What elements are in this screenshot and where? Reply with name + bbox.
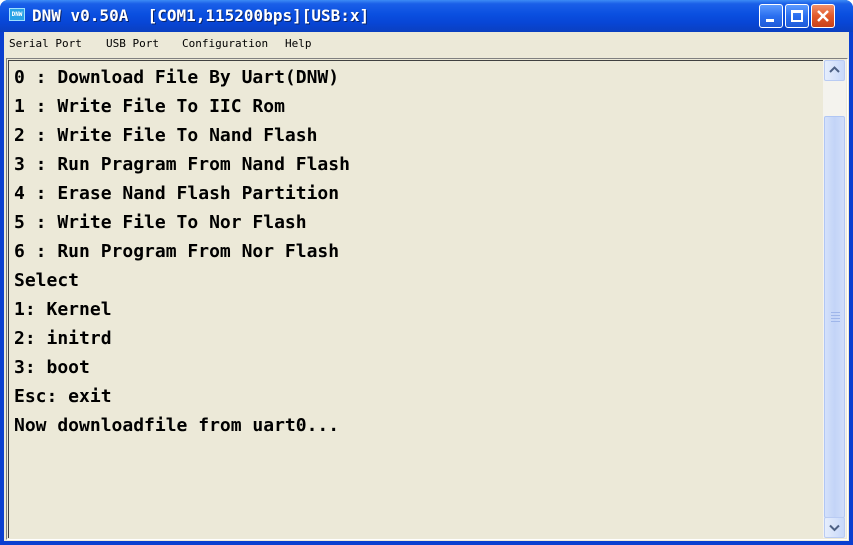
grip-line <box>831 315 840 316</box>
chevron-up-icon <box>829 66 840 73</box>
terminal-output[interactable]: 0 : Download File By Uart(DNW) 1 : Write… <box>8 60 823 538</box>
terminal-line: 2: initrd <box>14 328 112 349</box>
scroll-up-button[interactable] <box>824 60 845 81</box>
close-icon <box>817 10 829 22</box>
scroll-down-button[interactable] <box>824 517 845 538</box>
scroll-thumb[interactable] <box>824 116 845 518</box>
terminal-line: 4 : Erase Nand Flash Partition <box>14 183 340 204</box>
terminal-line: 6 : Run Program From Nor Flash <box>14 241 340 262</box>
terminal-lines: 0 : Download File By Uart(DNW) 1 : Write… <box>14 63 350 440</box>
grip-line <box>831 321 840 322</box>
title-bar[interactable]: DNW DNW v0.50A [COM1,115200bps][USB:x] <box>0 0 853 32</box>
app-window: DNW DNW v0.50A [COM1,115200bps][USB:x] S… <box>0 0 853 545</box>
maximize-icon <box>791 10 803 22</box>
minimize-button[interactable] <box>759 4 783 28</box>
close-button[interactable] <box>811 4 835 28</box>
terminal-line: Select <box>14 270 80 291</box>
terminal-line: 3 : Run Pragram From Nand Flash <box>14 154 350 175</box>
grip-line <box>831 312 840 313</box>
client-area: Serial Port USB Port Configuration Help … <box>4 32 849 541</box>
terminal-line: Esc: exit <box>14 386 112 407</box>
maximize-button[interactable] <box>785 4 809 28</box>
vertical-scrollbar[interactable] <box>823 60 846 538</box>
menu-usb-port[interactable]: USB Port <box>102 32 163 56</box>
terminal-line: 5 : Write File To Nor Flash <box>14 212 307 233</box>
menu-serial-port[interactable]: Serial Port <box>5 32 86 56</box>
terminal-line: Now downloadfile from uart0... <box>14 415 340 436</box>
menu-bar: Serial Port USB Port Configuration Help <box>4 32 849 56</box>
terminal-line: 0 : Download File By Uart(DNW) <box>14 67 340 88</box>
app-icon[interactable]: DNW <box>9 8 25 21</box>
terminal-line: 2 : Write File To Nand Flash <box>14 125 318 146</box>
window-title: DNW v0.50A [COM1,115200bps][USB:x] <box>32 6 370 25</box>
terminal-frame: 0 : Download File By Uart(DNW) 1 : Write… <box>6 58 848 540</box>
menu-help[interactable]: Help <box>281 32 316 56</box>
chevron-down-icon <box>829 524 840 532</box>
terminal-line: 3: boot <box>14 357 90 378</box>
minimize-icon <box>766 19 774 22</box>
grip-line <box>831 318 840 319</box>
terminal-line: 1: Kernel <box>14 299 112 320</box>
terminal-line: 1 : Write File To IIC Rom <box>14 96 285 117</box>
menu-configuration[interactable]: Configuration <box>178 32 272 56</box>
